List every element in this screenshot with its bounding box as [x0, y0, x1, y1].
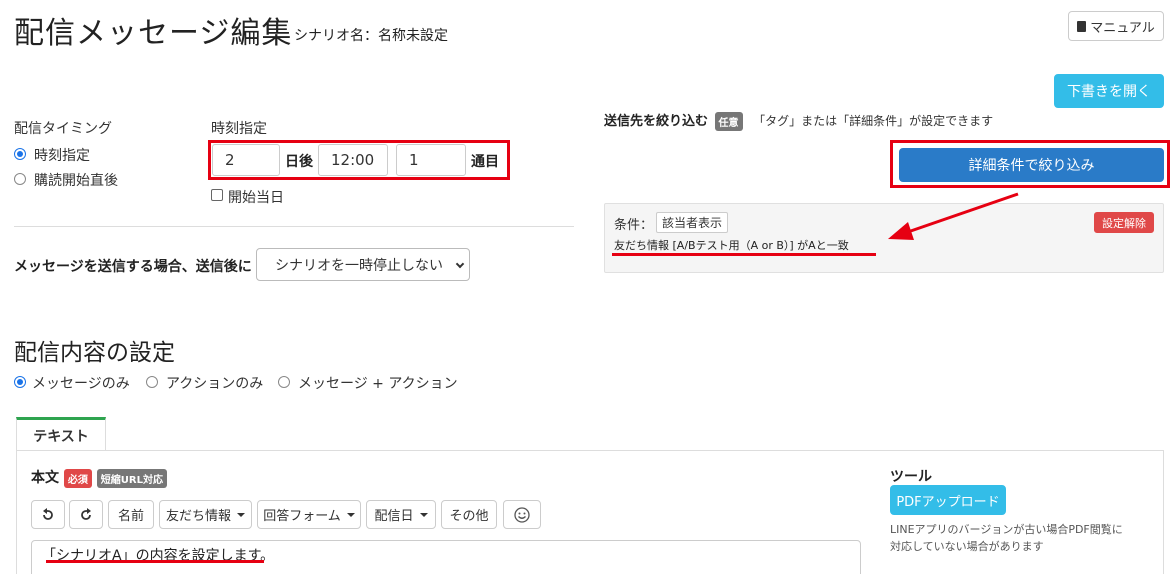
- detail-filter-highlight-box: [890, 140, 1170, 188]
- body-label-row: 本文 必須 短縮URL対応: [31, 467, 167, 488]
- radio-action-only-label: アクションのみ: [166, 376, 264, 392]
- timing-label: 配信タイミング: [14, 121, 112, 137]
- delivery-date-label: 配信日: [374, 509, 414, 524]
- other-label: その他: [449, 509, 489, 524]
- caret-down-icon: [419, 512, 428, 517]
- chevron-down-icon: [455, 259, 465, 269]
- radio-message-only-label: メッセージのみ: [32, 376, 130, 392]
- radio-immediately[interactable]: [14, 173, 26, 185]
- emoji-button[interactable]: [503, 500, 541, 529]
- condition-underline: [612, 253, 876, 256]
- annotation-arrow: [888, 192, 1019, 240]
- after-send-label: メッセージを送信する場合、送信後に: [14, 259, 252, 275]
- start-day-label: 開始当日: [228, 190, 284, 206]
- manual-button[interactable]: マニュアル: [1068, 11, 1164, 41]
- open-draft-label: 下書きを開く: [1067, 84, 1151, 100]
- friend-info-dropdown[interactable]: 友だち情報: [159, 500, 252, 529]
- radio-time-specified[interactable]: [14, 148, 26, 160]
- redo-button[interactable]: [69, 500, 103, 529]
- filter-hint: 「タグ」または「詳細条件」が設定できます: [753, 114, 994, 128]
- timing-highlight-box: [208, 140, 510, 180]
- tab-text-label: テキスト: [33, 428, 89, 445]
- clear-condition-button[interactable]: 設定解除: [1094, 212, 1154, 233]
- smiley-icon: [514, 506, 530, 523]
- radio-action-only[interactable]: [146, 376, 158, 388]
- radio-message-action[interactable]: [278, 376, 290, 388]
- show-matching-label: 該当者表示: [661, 216, 722, 230]
- manual-button-label: マニュアル: [1090, 20, 1155, 36]
- insert-name-button[interactable]: 名前: [108, 500, 154, 529]
- scenario-name: シナリオ名：名称未設定: [294, 28, 448, 44]
- required-badge: 必須: [63, 468, 92, 488]
- after-send-select-value: シナリオを一時停止しない: [275, 257, 443, 274]
- filter-title: 送信先を絞り込む 任意 「タグ」または「詳細条件」が設定できます: [604, 110, 993, 131]
- optional-badge: 任意: [714, 112, 743, 131]
- caret-down-icon: [346, 512, 355, 517]
- caret-down-icon: [237, 512, 245, 517]
- radio-message-only[interactable]: [14, 376, 26, 388]
- delivery-date-dropdown[interactable]: 配信日: [366, 500, 436, 529]
- message-textarea[interactable]: 「シナリオA」の内容を設定します。: [31, 540, 861, 574]
- start-day-checkbox[interactable]: [211, 189, 223, 201]
- condition-label: 条件：: [614, 218, 654, 233]
- friend-info-label: 友だち情報: [165, 509, 231, 524]
- message-underline: [46, 560, 264, 563]
- pdf-upload-button[interactable]: PDFアップロード: [890, 485, 1006, 515]
- other-button[interactable]: その他: [441, 500, 497, 529]
- pdf-note-line2: 対応していない場合があります: [890, 540, 1044, 553]
- tab-text[interactable]: テキスト: [16, 417, 106, 451]
- body-label: 本文: [31, 470, 59, 486]
- time-spec-label: 時刻指定: [211, 121, 267, 137]
- short-url-badge: 短縮URL対応: [96, 468, 167, 488]
- after-send-select[interactable]: シナリオを一時停止しない: [256, 248, 470, 281]
- pdf-note-line1: LINEアプリのバージョンが古い場合PDF閲覧に: [890, 523, 1123, 536]
- radio-time-specified-label: 時刻指定: [34, 148, 90, 164]
- show-matching-button[interactable]: 該当者表示: [656, 212, 728, 233]
- radio-immediately-label: 購読開始直後: [34, 173, 118, 189]
- pdf-upload-label: PDFアップロード: [896, 494, 1000, 510]
- open-draft-button[interactable]: 下書きを開く: [1054, 74, 1164, 108]
- undo-icon: [43, 507, 53, 520]
- divider: [14, 226, 574, 227]
- filter-title-text: 送信先を絞り込む: [604, 114, 709, 129]
- clear-condition-label: 設定解除: [1102, 216, 1146, 230]
- tools-title: ツール: [890, 469, 932, 485]
- radio-message-action-label: メッセージ + アクション: [298, 376, 458, 392]
- redo-icon: [81, 507, 91, 520]
- answer-form-label: 回答フォーム: [263, 509, 341, 524]
- book-icon: [1077, 20, 1087, 32]
- insert-name-label: 名前: [117, 509, 144, 524]
- condition-text: 友だち情報 [A/Bテスト用（A or B）] がAと一致: [614, 239, 849, 252]
- content-section-title: 配信内容の設定: [14, 340, 175, 366]
- undo-button[interactable]: [31, 500, 65, 529]
- answer-form-dropdown[interactable]: 回答フォーム: [257, 500, 361, 529]
- page-title: 配信メッセージ編集: [14, 16, 293, 51]
